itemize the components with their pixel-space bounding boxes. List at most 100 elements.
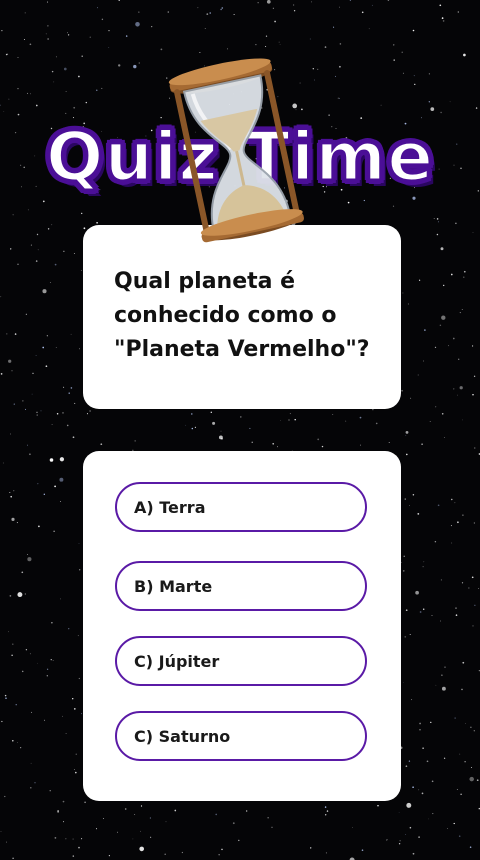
star	[125, 35, 128, 37]
star	[65, 838, 67, 840]
star	[117, 831, 118, 833]
star	[0, 104, 1, 106]
star	[419, 722, 421, 725]
star	[36, 414, 38, 416]
star	[89, 36, 91, 38]
star	[393, 59, 395, 61]
star	[392, 205, 395, 207]
star	[455, 607, 457, 609]
star	[458, 358, 460, 360]
star	[418, 836, 420, 838]
star	[65, 90, 67, 92]
star	[399, 840, 401, 842]
star	[164, 853, 166, 856]
star	[191, 413, 193, 415]
star	[56, 412, 59, 415]
star	[150, 836, 152, 838]
star	[428, 73, 430, 75]
star	[17, 88, 19, 90]
star	[450, 273, 453, 276]
star	[52, 659, 54, 662]
star	[50, 659, 52, 661]
star	[265, 35, 268, 37]
star	[251, 441, 253, 443]
star	[469, 776, 474, 782]
star	[140, 805, 143, 807]
star	[46, 668, 49, 670]
star	[271, 826, 273, 828]
star	[401, 51, 403, 53]
star	[36, 233, 39, 236]
star	[81, 212, 83, 215]
star	[412, 494, 415, 496]
star	[6, 333, 8, 335]
star	[17, 263, 19, 265]
star	[387, 839, 388, 841]
star	[419, 729, 421, 731]
star	[450, 525, 452, 527]
option-c-button[interactable]: C) Júpiter	[115, 636, 367, 686]
star	[47, 228, 50, 230]
star	[22, 400, 24, 402]
star	[138, 11, 140, 13]
star	[35, 104, 38, 107]
star	[81, 713, 83, 715]
star	[134, 814, 136, 815]
star	[440, 111, 442, 114]
star	[421, 792, 424, 795]
star	[72, 436, 75, 439]
star	[449, 101, 451, 103]
star	[435, 684, 437, 686]
star	[140, 830, 141, 832]
star	[257, 2, 259, 4]
star	[209, 12, 211, 14]
star	[5, 697, 7, 699]
star	[435, 406, 437, 408]
star	[10, 495, 12, 498]
star	[469, 846, 472, 848]
star	[462, 514, 464, 516]
star	[426, 760, 429, 763]
star	[6, 841, 8, 843]
star	[165, 821, 167, 823]
star	[249, 427, 251, 429]
star	[428, 818, 429, 820]
star	[363, 199, 365, 202]
star	[35, 260, 38, 262]
star	[63, 386, 65, 388]
star	[422, 566, 424, 568]
star	[35, 355, 37, 356]
star	[317, 438, 320, 441]
star	[108, 46, 110, 48]
star	[377, 804, 379, 807]
star	[63, 250, 65, 252]
star	[102, 817, 105, 820]
star	[185, 424, 187, 426]
star	[411, 699, 413, 701]
star	[9, 491, 11, 494]
star	[314, 79, 315, 81]
star	[67, 34, 70, 36]
option-b-button[interactable]: B) Marte	[115, 561, 367, 611]
star	[456, 789, 458, 790]
option-a-button[interactable]: A) Terra	[115, 482, 367, 532]
star	[293, 4, 295, 6]
star	[440, 579, 442, 581]
star	[89, 410, 91, 412]
star	[462, 661, 465, 664]
star	[352, 827, 353, 829]
star	[32, 372, 34, 374]
star	[24, 408, 27, 410]
star	[387, 0, 390, 1]
star	[371, 4, 373, 6]
star	[424, 329, 426, 331]
star	[31, 393, 33, 395]
star	[372, 409, 374, 411]
star	[24, 593, 26, 595]
star	[218, 854, 220, 856]
option-d-button[interactable]: C) Saturno	[115, 711, 367, 761]
star	[473, 522, 476, 524]
star	[423, 561, 425, 563]
star	[333, 26, 335, 28]
star	[406, 802, 412, 808]
